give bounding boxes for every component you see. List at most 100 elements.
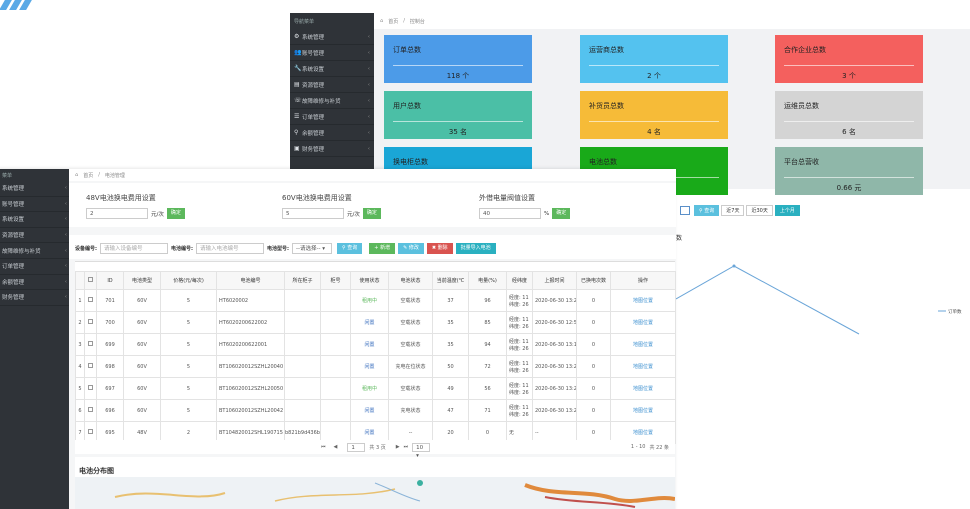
- search-button[interactable]: ⚲ 查询: [337, 242, 363, 254]
- sidebar-item[interactable]: 👥 账号管理 ‹: [290, 45, 374, 61]
- chevron-left-icon: ‹: [367, 129, 370, 136]
- page-size-select[interactable]: 10 ▾: [412, 442, 431, 459]
- slot-cell: [320, 355, 351, 378]
- map-location-link[interactable]: 地图位置: [610, 377, 676, 400]
- row-checkbox[interactable]: [84, 355, 97, 378]
- select-all-checkbox[interactable]: [84, 271, 97, 290]
- battery-state-cell: 空载状态: [388, 333, 433, 356]
- battery-map[interactable]: [75, 477, 675, 509]
- map-location-link[interactable]: 地图位置: [610, 399, 676, 422]
- import-button[interactable]: 批量导入电池: [455, 242, 496, 254]
- page-input[interactable]: 1: [347, 442, 366, 452]
- last-page-icon[interactable]: ⏭: [404, 444, 409, 450]
- trend-query-button[interactable]: ⚲ 查询: [694, 205, 720, 216]
- setting-title: 48V电池换电费用设置: [86, 194, 156, 202]
- setting-input[interactable]: 5: [282, 208, 344, 219]
- id-cell: 699: [96, 333, 124, 356]
- brand-stripes: [0, 0, 32, 10]
- report-time-cell: 2020-06-30 12:57:2: [532, 311, 577, 334]
- swap-count-cell: 0: [576, 399, 611, 422]
- table-row[interactable]: 6 696 60V 5 BT106020012SZHL20042 闲置 充电状态 47 71 经度…: [75, 399, 676, 422]
- sidebar-item[interactable]: 故障维修与补货 ‹: [0, 243, 69, 259]
- table-row[interactable]: 1 701 60V 5 HT6020002 租用中 空载状态 37 96 经度: 11 纬度: 2…: [75, 289, 676, 312]
- battery-input[interactable]: 请输入电池编号: [196, 242, 264, 254]
- row-checkbox[interactable]: [84, 399, 97, 422]
- map-location-link[interactable]: 地图位置: [610, 333, 676, 356]
- sidebar-item[interactable]: 资源管理 ‹: [0, 228, 69, 244]
- first-page-icon[interactable]: ⏮: [321, 444, 326, 450]
- stat-card-value: 2 个: [647, 72, 661, 80]
- sidebar-item[interactable]: 余额管理 ‹: [0, 275, 69, 291]
- sidebar-item[interactable]: 账号管理 ‹: [0, 197, 69, 213]
- battery-code-cell: BT106020012SZHL20040: [216, 355, 285, 378]
- map-location-link[interactable]: 地图位置: [610, 311, 676, 334]
- row-checkbox[interactable]: [84, 333, 97, 356]
- range-7-days[interactable]: 近7天: [721, 205, 745, 216]
- setting-input[interactable]: 40: [479, 208, 541, 219]
- column-header: 电量(%): [468, 271, 507, 290]
- phone-icon: ☏: [294, 97, 302, 104]
- map-location-link[interactable]: 地图位置: [610, 355, 676, 378]
- prev-page-icon[interactable]: ◀: [334, 444, 338, 450]
- range-last-month[interactable]: 上个月: [774, 205, 800, 216]
- dashboard-main: ⌂ 首页 / 控制台 订单总数 118 个 运营商总数 2 个 合作企业总数 3 个用户总…: [374, 13, 970, 195]
- battery-type-select[interactable]: --请选择-- ▾: [292, 242, 332, 254]
- row-checkbox[interactable]: [84, 289, 97, 312]
- temperature-cell: 49: [432, 377, 469, 400]
- stat-card-title: 电池总数: [589, 158, 617, 166]
- delete-button[interactable]: ✖ 删除: [426, 242, 453, 254]
- use-status-cell: 租用中: [350, 377, 389, 400]
- table-row[interactable]: 2 700 60V 5 HT6020200622002 闲置 空载状态 35 85 经度: 11 …: [75, 311, 676, 334]
- table-row[interactable]: 5 697 60V 5 BT106020012SZHL20050 租用中 空载状态 49 56 经…: [75, 377, 676, 400]
- slot-cell: [320, 399, 351, 422]
- chevron-left-icon: ‹: [367, 65, 370, 72]
- sidebar-item[interactable]: 财务管理 ‹: [0, 290, 69, 306]
- use-status-cell: 闲置: [350, 399, 389, 422]
- stat-card-title: 补货员总数: [589, 102, 624, 110]
- battery-type-cell: 60V: [123, 311, 161, 334]
- map-location-link[interactable]: 地图位置: [610, 289, 676, 312]
- home-icon[interactable]: ⌂: [75, 172, 78, 178]
- edit-button[interactable]: ✎ 修改: [398, 242, 424, 254]
- column-header: 所在柜子: [284, 271, 321, 290]
- add-button[interactable]: + 新增: [369, 242, 396, 254]
- table-row[interactable]: 4 698 60V 5 BT106020012SZHL20040 闲置 充电在位状态 50 72…: [75, 355, 676, 378]
- sidebar-item[interactable]: ▤ 资源管理 ‹: [290, 77, 374, 93]
- search-icon: ⚲: [294, 129, 299, 136]
- breadcrumb-home[interactable]: 首页: [388, 18, 398, 25]
- table-row[interactable]: 3 699 60V 5 HT6020200622001 闲置 空载状态 35 94 经度: 11 …: [75, 333, 676, 356]
- stat-card-title: 合作企业总数: [784, 46, 826, 54]
- price-cell: 5: [160, 377, 217, 400]
- sidebar-item[interactable]: 订单管理 ‹: [0, 259, 69, 275]
- sidebar-item[interactable]: 系统设置 ‹: [0, 212, 69, 228]
- row-checkbox[interactable]: [84, 377, 97, 400]
- swap-count-cell: 0: [576, 311, 611, 334]
- map-marker[interactable]: [417, 480, 423, 486]
- range-30-days[interactable]: 近30天: [746, 205, 773, 216]
- price-cell: 5: [160, 289, 217, 312]
- sidebar-item[interactable]: ☏ 故障维修与补货 ‹: [290, 93, 374, 109]
- chevron-left-icon: ‹: [64, 278, 67, 285]
- sidebar-item[interactable]: 系统管理 ‹: [0, 181, 69, 197]
- breadcrumb-home[interactable]: 首页: [83, 172, 93, 179]
- swap-count-cell: 0: [576, 333, 611, 356]
- setting-confirm-button[interactable]: 确定: [362, 208, 381, 219]
- row-checkbox[interactable]: [84, 311, 97, 334]
- sidebar-item[interactable]: ☰ 订单管理 ‹: [290, 109, 374, 125]
- column-header: 当前温度(℃: [432, 271, 469, 290]
- chevron-left-icon: ‹: [64, 185, 67, 192]
- setting-input[interactable]: 2: [86, 208, 148, 219]
- sidebar-item[interactable]: ▣ 财务管理 ‹: [290, 141, 374, 157]
- device-input[interactable]: 请输入设备编号: [100, 242, 168, 254]
- sidebar-item[interactable]: ⚲ 余额管理 ‹: [290, 125, 374, 141]
- sidebar-item[interactable]: 🔧 系统设置 ‹: [290, 61, 374, 77]
- sidebar-item[interactable]: ⚙ 系统管理 ‹: [290, 29, 374, 45]
- slot-cell: [320, 311, 351, 334]
- home-icon[interactable]: ⌂: [380, 18, 383, 24]
- calendar-icon[interactable]: [680, 206, 690, 215]
- setting-confirm-button[interactable]: 确定: [166, 208, 185, 219]
- breadcrumb: ⌂ 首页 / 控制台: [374, 13, 970, 29]
- row-number: 4: [75, 355, 85, 378]
- next-page-icon[interactable]: ▶: [396, 444, 400, 450]
- setting-confirm-button[interactable]: 确定: [552, 208, 571, 219]
